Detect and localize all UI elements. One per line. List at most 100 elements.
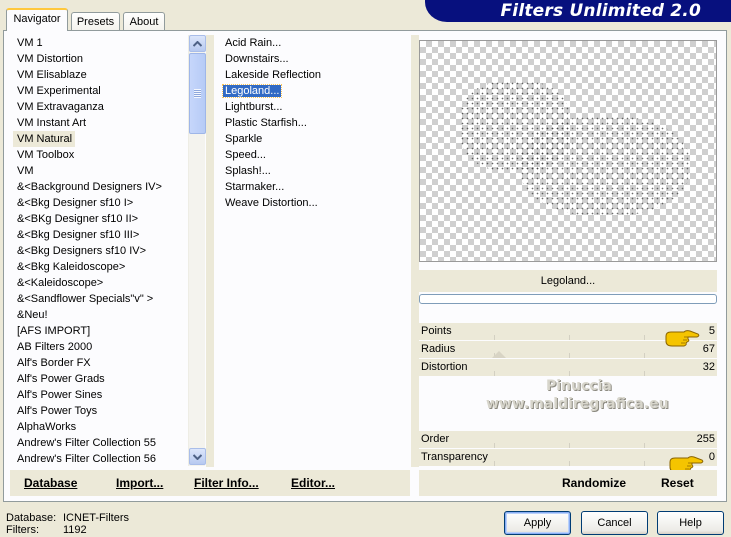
category-item[interactable]: VM	[13, 163, 188, 179]
watermark-url: www.maldiregrafica.eu	[486, 396, 669, 412]
filter-item-label: Lightburst...	[225, 101, 283, 113]
randomize-button[interactable]: Randomize	[562, 476, 626, 490]
filter-item[interactable]: Downstairs...	[221, 51, 411, 67]
category-item[interactable]: VM Experimental	[13, 83, 188, 99]
filter-item-label: Plastic Starfish...	[225, 117, 307, 129]
category-item[interactable]: Alf's Power Grads	[13, 371, 188, 387]
param-transparency-value: 0	[708, 451, 715, 463]
filter-item[interactable]: Weave Distortion...	[221, 195, 411, 211]
category-item[interactable]: Alf's Power Sines	[13, 387, 188, 403]
param-distortion-label: Distortion	[421, 361, 468, 373]
tab-about[interactable]: About	[123, 12, 165, 30]
param-radius-label: Radius	[421, 343, 456, 355]
tab-navigator[interactable]: Navigator	[6, 8, 68, 31]
title-banner: Filters Unlimited 2.0	[425, 0, 731, 22]
scroll-thumb[interactable]	[189, 53, 206, 134]
filter-item-label: Weave Distortion...	[225, 197, 318, 209]
filter-item[interactable]: Legoland...	[221, 83, 411, 99]
current-filter-name: Legoland...	[419, 270, 717, 292]
param-order-label: Order	[421, 433, 450, 445]
category-item[interactable]: &<Kaleidoscope>	[13, 275, 188, 291]
category-item[interactable]: Alf's Power Toys	[13, 403, 188, 419]
database-button[interactable]: Database	[24, 476, 77, 490]
tab-about-label: About	[129, 16, 159, 28]
reset-button[interactable]: Reset	[661, 476, 694, 490]
category-item[interactable]: Alf's Border FX	[13, 355, 188, 371]
help-button[interactable]: Help	[657, 511, 724, 535]
cancel-button[interactable]: Cancel	[581, 511, 648, 535]
database-info: Database: ICNET-Filters Filters: 1192	[6, 512, 129, 536]
category-item[interactable]: VM Natural	[13, 131, 75, 147]
category-item[interactable]: VM Elisablaze	[13, 67, 188, 83]
watermark-name: Pinuccia	[546, 378, 612, 394]
filter-item[interactable]: Starmaker...	[221, 179, 411, 195]
filter-item-label: Legoland...	[221, 84, 283, 98]
filter-item[interactable]: Plastic Starfish...	[221, 115, 411, 131]
filter-item-label: Starmaker...	[225, 181, 285, 193]
filter-info-button[interactable]: Filter Info...	[194, 476, 259, 490]
banner-title: Filters Unlimited 2.0	[500, 1, 701, 21]
category-item[interactable]: &<Bkg Designers sf10 IV>	[13, 243, 188, 259]
filter-item-label: Splash!...	[225, 165, 271, 177]
category-item[interactable]: AB Filters 2000	[13, 339, 188, 355]
category-item[interactable]: &<Bkg Designer sf10 I>	[13, 195, 188, 211]
filter-list[interactable]: Acid Rain... Downstairs... Lakeside Reflec…	[221, 35, 411, 467]
category-item[interactable]: Andrew's Filter Collection 56	[13, 451, 188, 467]
param-empty-3	[419, 413, 717, 430]
list-divider	[206, 35, 214, 467]
category-item[interactable]: &<Background Designers IV>	[13, 179, 188, 195]
slider-marker	[492, 351, 506, 358]
filters-count-label: Filters:	[6, 524, 39, 536]
category-item[interactable]: &<Sandflower Specials"v" >	[13, 291, 188, 307]
category-item[interactable]: &<Bkg Kaleidoscope>	[13, 259, 188, 275]
tab-presets[interactable]: Presets	[71, 12, 120, 30]
filter-item-label: Downstairs...	[225, 53, 289, 65]
editor-button[interactable]: Editor...	[291, 476, 335, 490]
category-item[interactable]: AlphaWorks	[13, 419, 188, 435]
category-item[interactable]: Andrew's Filter Collection 55	[13, 435, 188, 451]
preview-image[interactable]	[419, 40, 717, 262]
filters-count-value: 1192	[63, 524, 87, 536]
category-item[interactable]: VM Extravaganza	[13, 99, 188, 115]
database-label: Database:	[6, 512, 57, 524]
category-item[interactable]: VM 1	[13, 35, 188, 51]
param-order-value: 255	[696, 433, 715, 445]
category-item[interactable]: &<BKg Designer sf10 II>	[13, 211, 188, 227]
scroll-up-button[interactable]	[189, 35, 206, 52]
category-item[interactable]: VM Instant Art	[13, 115, 188, 131]
filter-item[interactable]: Acid Rain...	[221, 35, 411, 51]
category-item[interactable]: VM Toolbox	[13, 147, 188, 163]
category-item[interactable]: [AFS IMPORT]	[13, 323, 188, 339]
category-item[interactable]: &<Bkg Designer sf10 III>	[13, 227, 188, 243]
preview-divider	[411, 35, 419, 467]
filter-item[interactable]: Splash!...	[221, 163, 411, 179]
param-points-label: Points	[421, 325, 452, 337]
scroll-down-arrow-icon	[193, 453, 202, 460]
param-transparency-label: Transparency	[421, 451, 488, 463]
category-list[interactable]: VM 1 VM Distortion VM Elisablaze VM Experim…	[13, 35, 188, 467]
filter-item-label: Speed...	[225, 149, 266, 161]
category-item[interactable]: VM Distortion	[13, 51, 188, 67]
category-item[interactable]: &Neu!	[13, 307, 188, 323]
category-scrollbar[interactable]	[188, 35, 206, 466]
param-order[interactable]: Order 255	[419, 431, 717, 448]
filter-item[interactable]: Sparkle	[221, 131, 411, 147]
scroll-up-arrow-icon	[193, 40, 202, 47]
filter-item-label: Acid Rain...	[225, 37, 282, 49]
apply-button[interactable]: Apply	[504, 511, 571, 535]
param-radius-value: 67	[702, 343, 715, 355]
param-distortion-value: 32	[702, 361, 715, 373]
database-value: ICNET-Filters	[63, 512, 129, 524]
pointing-hand-icon	[665, 330, 700, 347]
tab-navigator-label: Navigator	[13, 13, 61, 25]
param-distortion[interactable]: Distortion 32	[419, 359, 717, 376]
progress-bar	[419, 294, 717, 304]
filter-item-label: Lakeside Reflection	[225, 69, 322, 81]
filter-item[interactable]: Speed...	[221, 147, 411, 163]
import-button[interactable]: Import...	[116, 476, 163, 490]
scroll-down-button[interactable]	[189, 448, 206, 465]
filter-item[interactable]: Lakeside Reflection	[221, 67, 411, 83]
param-points-value: 5	[708, 325, 715, 337]
filter-item[interactable]: Lightburst...	[221, 99, 411, 115]
tab-presets-label: Presets	[76, 16, 115, 28]
